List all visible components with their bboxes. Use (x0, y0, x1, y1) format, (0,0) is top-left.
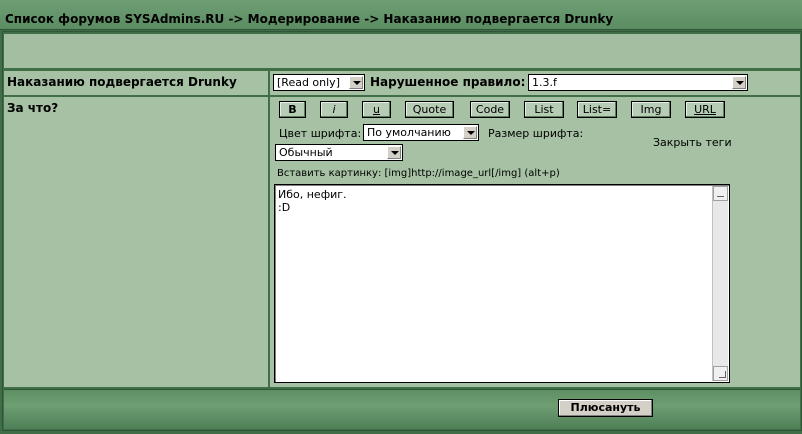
code-button[interactable]: Code (470, 101, 510, 118)
underline-button[interactable]: u (362, 101, 391, 118)
list-button[interactable]: List (524, 101, 564, 118)
font-color-value: По умолчанию (367, 126, 451, 139)
scroll-up-icon[interactable] (713, 186, 728, 201)
font-size-label: Размер шрифта: (488, 127, 584, 140)
italic-button[interactable]: i (320, 101, 348, 118)
font-size-select[interactable]: Обычный (275, 144, 403, 161)
message-textarea[interactable]: Ибо, нефиг. :D (274, 184, 730, 383)
punish-label: Наказанию подвергается Drunky (7, 75, 237, 89)
reason-label-cell: За что? (4, 97, 268, 387)
message-text[interactable]: Ибо, нефиг. :D (278, 188, 708, 214)
chevron-down-icon[interactable] (349, 76, 363, 89)
chevron-down-icon[interactable] (732, 76, 746, 89)
rule-label: Нарушенное правило: (370, 75, 526, 89)
resize-grip-icon[interactable] (713, 366, 728, 381)
chevron-down-icon[interactable] (463, 126, 477, 139)
font-size-value: Обычный (279, 146, 333, 159)
mode-select[interactable]: [Read only] (273, 74, 365, 91)
url-button[interactable]: URL (685, 101, 725, 118)
reason-label: За что? (7, 101, 59, 115)
punish-label-cell: Наказанию подвергается Drunky (4, 71, 268, 95)
close-tags-link[interactable]: Закрыть теги (653, 136, 732, 149)
font-color-select[interactable]: По умолчанию (363, 124, 479, 141)
insert-image-hint: Вставить картинку: [img]http://image_url… (277, 168, 560, 179)
form-footer (4, 389, 800, 429)
breadcrumb-bar: Список форумов SYSAdmins.RU -> Модериров… (0, 0, 802, 30)
ordered-list-button[interactable]: List= (577, 101, 617, 118)
img-button[interactable]: Img (631, 101, 671, 118)
form-header-spacer (4, 34, 800, 68)
chevron-down-icon[interactable] (387, 146, 401, 159)
submit-button[interactable]: Плюсануть (558, 399, 653, 417)
quote-button[interactable]: Quote (405, 101, 454, 118)
rule-select-value: 1.3.f (532, 76, 557, 89)
textarea-scrollbar[interactable] (712, 186, 728, 381)
font-color-label: Цвет шрифта: (279, 127, 362, 140)
rule-select[interactable]: 1.3.f (528, 74, 748, 91)
bold-button[interactable]: B (279, 101, 306, 118)
mode-select-value: [Read only] (277, 76, 340, 89)
breadcrumb[interactable]: Список форумов SYSAdmins.RU -> Модериров… (5, 12, 613, 26)
